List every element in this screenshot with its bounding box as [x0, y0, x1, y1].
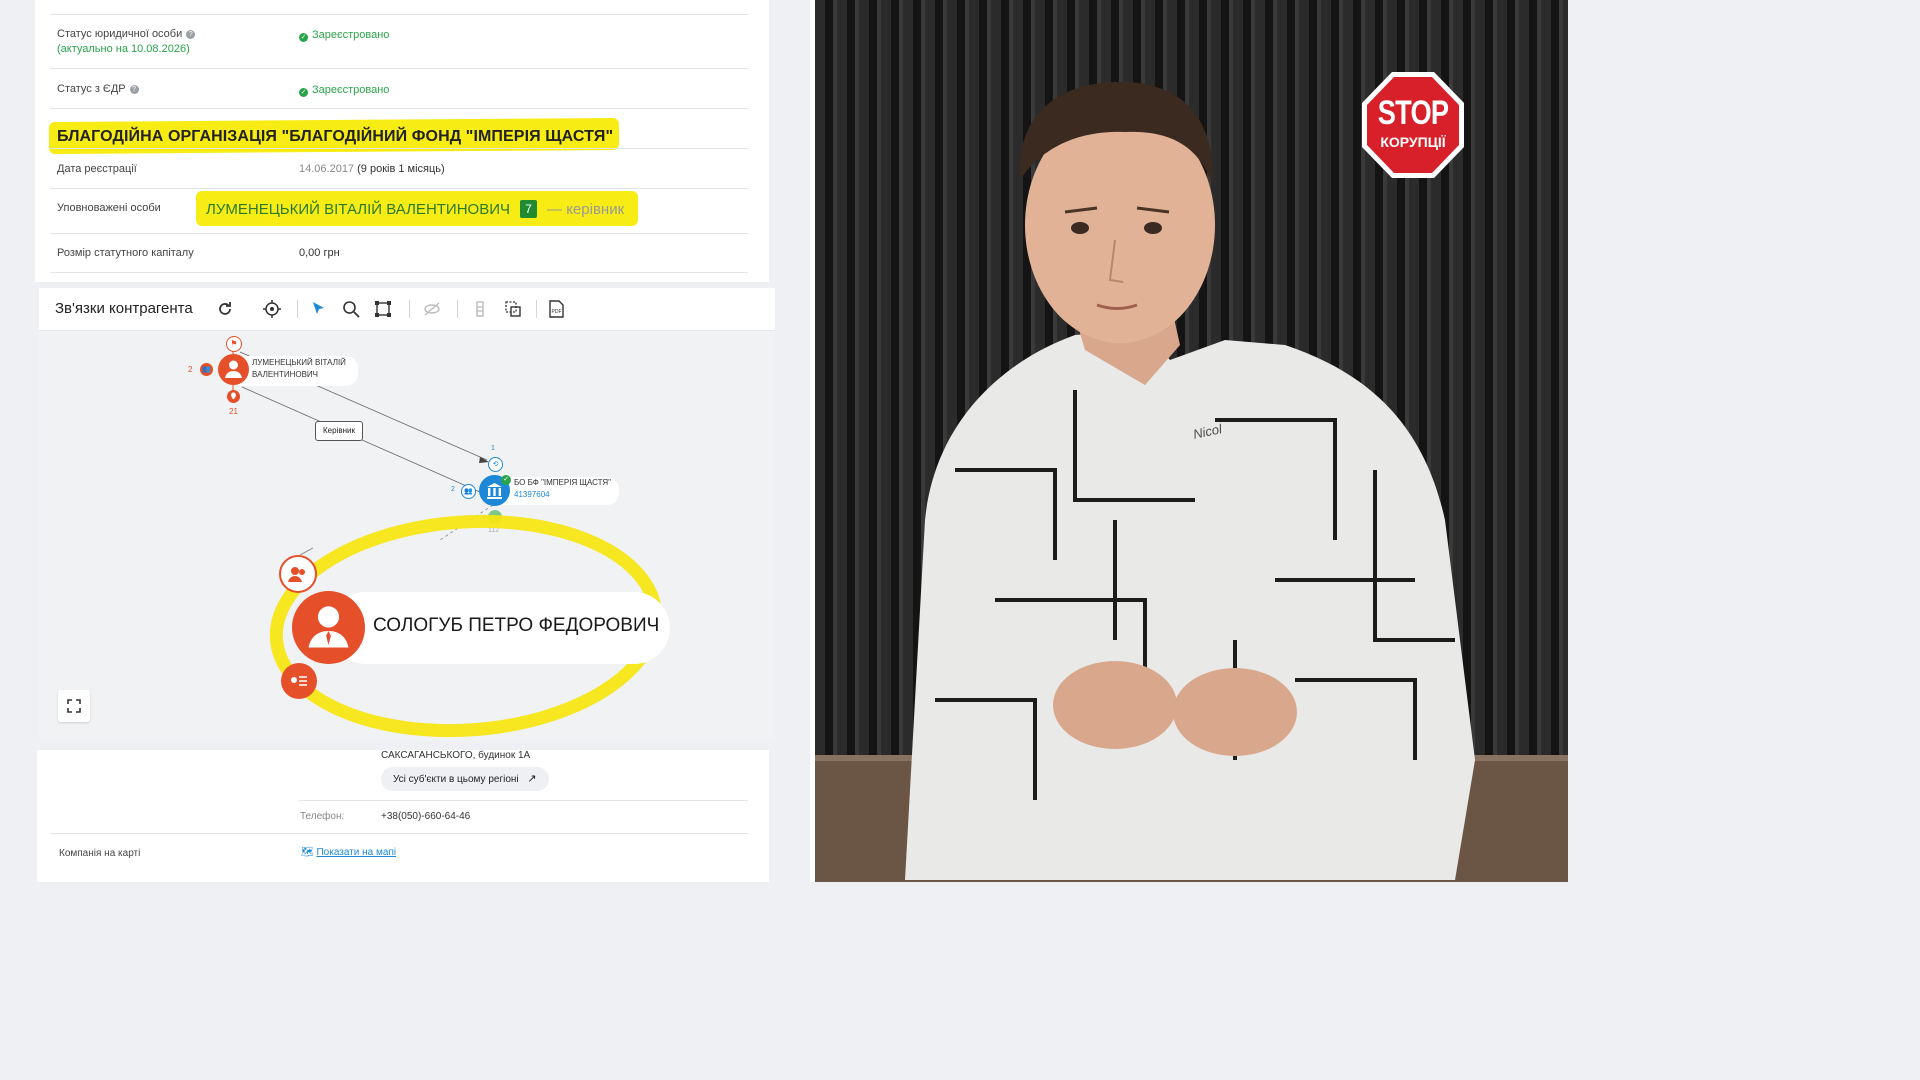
map-icon: 🗺 [301, 847, 314, 858]
show-on-map-label[interactable]: Показати на мапі [316, 847, 396, 858]
list-icon[interactable] [281, 663, 317, 699]
region-subjects-button[interactable]: Усі суб'єкти в цьому регіоні ↗ [381, 767, 549, 791]
person-icon [308, 606, 349, 648]
corruption-text: КОРУПЦІЇ [1380, 134, 1446, 150]
phone-label: Телефон: [300, 811, 345, 822]
presenter-video: STOP КОРУПЦІЇ Nicol [815, 0, 1568, 882]
region-subjects-label[interactable]: Усі суб'єкти в цьому регіоні [393, 774, 519, 785]
external-arrow-icon: ↗ [527, 773, 537, 785]
registry-panel: Статус юридичної особи? (актуально на 10… [0, 0, 810, 882]
divider [299, 800, 748, 801]
person2-name[interactable]: СОЛОГУБ ПЕТРО ФЕДОРОВИЧ [373, 615, 659, 637]
address-tail: САКСАГАНСЬКОГО, будинок 1А [381, 750, 531, 761]
stop-text: STOP [1377, 94, 1449, 132]
fullscreen-icon [67, 699, 81, 713]
phone-value[interactable]: +38(050)-660-64-46 [381, 811, 470, 822]
group-icon[interactable] [279, 555, 317, 593]
person2-node[interactable] [292, 591, 365, 664]
show-on-map-link[interactable]: 🗺 Показати на мапі [301, 847, 396, 858]
divider [50, 833, 748, 834]
fullscreen-button[interactable] [58, 690, 90, 722]
stop-corruption-logo: STOP КОРУПЦІЇ [1360, 70, 1466, 180]
map-label: Компанія на карті [59, 848, 141, 859]
